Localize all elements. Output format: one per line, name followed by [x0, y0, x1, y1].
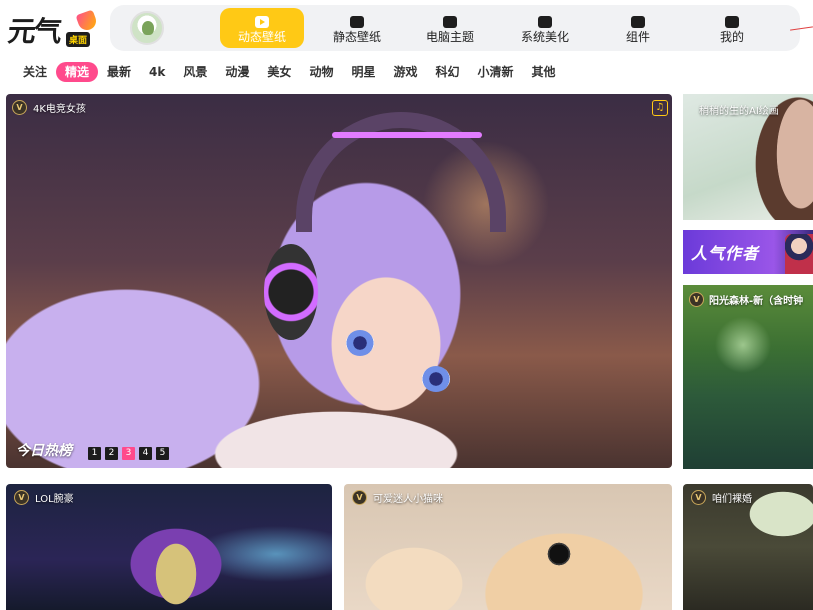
card-title: LOL腕豪 [35, 494, 74, 505]
ai-painting-text: 稍稍的生的AI绘画 [699, 106, 779, 117]
category-other[interactable]: 其他 [523, 62, 565, 82]
user-icon [725, 16, 739, 28]
popular-authors-title: 人气作者 [691, 244, 760, 263]
tab-label: 电脑主题 [425, 30, 474, 44]
tab-pc-theme[interactable]: 电脑主题 [408, 8, 492, 48]
category-featured[interactable]: 精选 [56, 62, 99, 82]
category-scifi[interactable]: 科幻 [426, 62, 468, 82]
forest-wallpaper-card[interactable]: V 阳光森林-新（含时钟 [683, 285, 813, 469]
wallpaper-card-cat[interactable]: V 可爱迷人小猫咪 [344, 484, 672, 610]
play-tv-icon [255, 16, 269, 28]
gear-icon [538, 16, 552, 28]
tab-system-beautify[interactable]: 系统美化 [503, 8, 587, 48]
card-tag: V 咱们裸婚 [691, 490, 752, 505]
v-badge-icon: V [689, 292, 704, 307]
category-bar: 关注 精选 最新 4k 风景 动漫 美女 动物 明星 游戏 科幻 小清新 其他 [14, 62, 565, 84]
category-4k[interactable]: 4k [140, 62, 174, 82]
card-tag: V 可爱迷人小猫咪 [352, 490, 443, 505]
page-button[interactable]: 4 [139, 447, 152, 460]
tab-label: 我的 [719, 30, 744, 44]
widget-icon [631, 16, 645, 28]
forest-tag: V 阳光森林-新（含时钟 [689, 292, 803, 307]
tab-label: 静态壁纸 [332, 30, 381, 44]
tab-dynamic-wallpaper[interactable]: 动态壁纸 [220, 8, 304, 48]
page-button[interactable]: 2 [105, 447, 118, 460]
logo-badge: 桌面 [66, 32, 91, 47]
hero-pager: 1 2 3 4 5 [88, 447, 169, 460]
tab-label: 系统美化 [520, 30, 569, 44]
hot-list-title: 今日热榜 [16, 443, 72, 459]
shirt-icon [443, 16, 457, 28]
category-scenery[interactable]: 风景 [174, 62, 216, 82]
hero-tag: V 4K电竞女孩 [12, 100, 86, 115]
card-title: 可爱迷人小猫咪 [373, 494, 443, 505]
v-badge-icon: V [14, 490, 29, 505]
hero-headphone [264, 244, 318, 340]
category-fresh[interactable]: 小清新 [469, 62, 523, 82]
v-badge-icon: V [352, 490, 367, 505]
card-title: 咱们裸婚 [712, 494, 752, 505]
image-icon [350, 16, 364, 28]
logo-text: 元气 [6, 15, 62, 48]
card-tag: V LOL腕豪 [14, 490, 74, 505]
hero-headphone-band [296, 112, 506, 232]
category-games[interactable]: 游戏 [384, 62, 426, 82]
wallpaper-card-lol[interactable]: V LOL腕豪 [6, 484, 332, 610]
app-logo[interactable]: 元气 桌面 [6, 9, 99, 48]
hero-eye-left [346, 330, 374, 356]
tab-label: 组件 [625, 30, 650, 44]
hero-eye-right [422, 366, 450, 392]
category-stars[interactable]: 明星 [342, 62, 384, 82]
v-badge-icon: V [691, 490, 706, 505]
category-latest[interactable]: 最新 [98, 62, 140, 82]
tab-mine[interactable]: 我的 [690, 8, 774, 48]
category-animals[interactable]: 动物 [300, 62, 342, 82]
page-button-active[interactable]: 3 [122, 447, 135, 460]
popular-authors-banner[interactable]: 人气作者 [683, 230, 813, 274]
v-badge-icon: V [12, 100, 27, 115]
tab-label: 动态壁纸 [237, 30, 286, 44]
page-button[interactable]: 5 [156, 447, 169, 460]
tab-static-wallpaper[interactable]: 静态壁纸 [315, 8, 399, 48]
hero-tag-text: 4K电竞女孩 [33, 104, 86, 115]
forest-title: 阳光森林-新（含时钟 [709, 296, 804, 307]
category-follow[interactable]: 关注 [14, 62, 56, 82]
avatar[interactable] [130, 11, 164, 45]
category-beauty[interactable]: 美女 [258, 62, 300, 82]
ai-painting-card[interactable]: 稍稍的生的AI绘画 [683, 94, 813, 220]
hero-wallpaper[interactable]: V 4K电竞女孩 ♫ 今日热榜 1 2 3 4 5 [6, 94, 672, 468]
category-anime[interactable]: 动漫 [216, 62, 258, 82]
page-button[interactable]: 1 [88, 447, 101, 460]
tab-widgets[interactable]: 组件 [596, 8, 680, 48]
logo-heart-icon [75, 9, 99, 33]
music-icon[interactable]: ♫ [652, 100, 668, 116]
top-nav: 动态壁纸 静态壁纸 电脑主题 系统美化 组件 我的 [110, 5, 800, 51]
popular-authors-figure [785, 234, 813, 274]
wallpaper-card-third[interactable]: V 咱们裸婚 [683, 484, 813, 610]
